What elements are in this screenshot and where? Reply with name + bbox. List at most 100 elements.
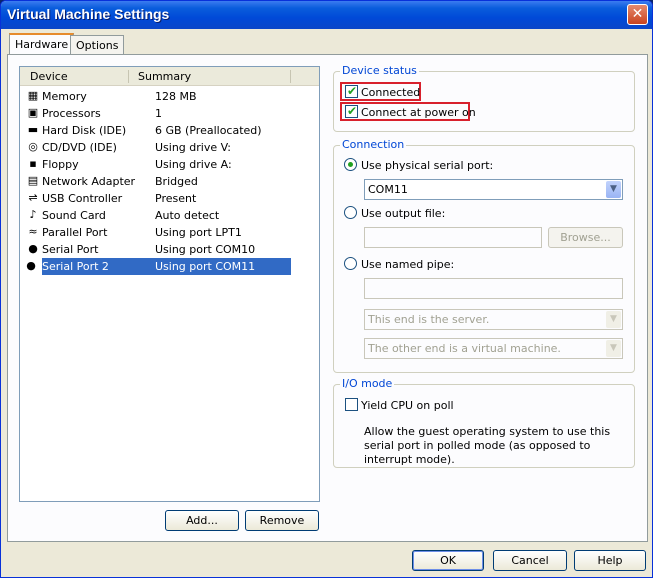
check-icon: ✔ bbox=[347, 104, 358, 118]
hard-disk-icon: ▬ bbox=[27, 123, 39, 136]
device-summary: Using port LPT1 bbox=[155, 226, 242, 239]
device-row[interactable]: ≈ Parallel Port Using port LPT1 bbox=[22, 224, 292, 241]
device-name: Network Adapter bbox=[42, 175, 136, 188]
window-title: Virtual Machine Settings bbox=[7, 6, 170, 22]
yield-cpu-label[interactable]: Yield CPU on poll bbox=[361, 399, 454, 412]
cd-dvd-icon: ◎ bbox=[28, 140, 38, 153]
device-summary: 128 MB bbox=[155, 90, 197, 103]
device-summary: Using drive A: bbox=[155, 158, 232, 171]
parallel-port-icon: ≈ bbox=[28, 225, 38, 238]
column-separator[interactable] bbox=[128, 70, 129, 83]
pipe-end-value: This end is the server. bbox=[368, 313, 490, 326]
device-summary: Using port COM10 bbox=[155, 243, 256, 256]
device-row[interactable]: ▤ Network Adapter Bridged bbox=[22, 173, 292, 190]
yield-cpu-checkbox[interactable] bbox=[345, 398, 358, 411]
ok-button[interactable]: OK bbox=[412, 550, 484, 571]
add-button-label: Add... bbox=[186, 514, 218, 527]
pipe-end-select[interactable]: This end is the server. ▼ bbox=[364, 309, 623, 330]
connected-checkbox[interactable]: ✔ bbox=[345, 84, 358, 98]
named-pipe-input[interactable] bbox=[364, 278, 623, 299]
chevron-down-icon[interactable]: ▼ bbox=[606, 181, 621, 198]
device-name: Hard Disk (IDE) bbox=[42, 124, 127, 137]
device-summary: 6 GB (Preallocated) bbox=[155, 124, 262, 137]
title-bar[interactable]: Virtual Machine Settings ✕ bbox=[1, 1, 652, 29]
device-row[interactable]: ▪ Floppy Using drive A: bbox=[22, 156, 292, 173]
remove-button-label: Remove bbox=[259, 514, 305, 527]
device-summary: Using port COM11 bbox=[155, 260, 256, 273]
usb-icon: ⇌ bbox=[28, 191, 38, 204]
connected-label[interactable]: Connected bbox=[361, 86, 420, 99]
device-row[interactable]: ▣ Processors 1 bbox=[22, 105, 292, 122]
serial-port-icon: ● bbox=[28, 242, 38, 255]
sound-card-icon: ♪ bbox=[29, 208, 37, 221]
connect-power-on-checkbox[interactable]: ✔ bbox=[345, 104, 358, 118]
remove-button[interactable]: Remove bbox=[245, 510, 319, 531]
io-mode-title: I/O mode bbox=[340, 377, 395, 390]
output-file-radio[interactable] bbox=[344, 206, 357, 219]
help-button[interactable]: Help bbox=[574, 550, 646, 571]
tab-options[interactable]: Options bbox=[70, 35, 125, 55]
tab-hardware[interactable]: Hardware bbox=[9, 33, 75, 55]
device-status-title: Device status bbox=[340, 64, 419, 77]
device-row[interactable]: ▬ Hard Disk (IDE) 6 GB (Preallocated) bbox=[22, 122, 292, 139]
pipe-other-end-value: The other end is a virtual machine. bbox=[368, 342, 561, 355]
column-separator[interactable] bbox=[290, 70, 291, 83]
device-row[interactable]: ⇌ USB Controller Present bbox=[22, 190, 292, 207]
io-mode-description: Allow the guest operating system to use … bbox=[364, 425, 611, 466]
device-summary: Bridged bbox=[155, 175, 198, 188]
output-file-input[interactable] bbox=[364, 227, 542, 248]
close-button[interactable]: ✕ bbox=[627, 4, 648, 25]
device-row[interactable]: ● Serial Port Using port COM10 bbox=[22, 241, 292, 258]
cancel-button-label: Cancel bbox=[511, 554, 549, 567]
help-button-label: Help bbox=[597, 554, 623, 567]
column-header-device[interactable]: Device bbox=[30, 70, 68, 83]
device-row[interactable]: ● Serial Port 2 Using port COM11 bbox=[26, 258, 291, 275]
physical-port-radio[interactable] bbox=[344, 158, 357, 171]
pipe-other-end-select[interactable]: The other end is a virtual machine. ▼ bbox=[364, 338, 623, 359]
physical-port-label[interactable]: Use physical serial port: bbox=[361, 159, 493, 172]
ok-button-label: OK bbox=[440, 554, 456, 567]
device-name: Memory bbox=[42, 90, 87, 103]
add-button[interactable]: Add... bbox=[165, 510, 239, 531]
device-summary: Using drive V: bbox=[155, 141, 231, 154]
device-name: Serial Port bbox=[42, 243, 99, 256]
memory-icon: ▦ bbox=[27, 89, 39, 102]
output-file-label[interactable]: Use output file: bbox=[361, 207, 445, 220]
device-summary: Auto detect bbox=[155, 209, 220, 222]
device-summary: 1 bbox=[155, 107, 162, 120]
radio-selected-icon bbox=[348, 162, 353, 167]
chevron-down-icon[interactable]: ▼ bbox=[606, 340, 621, 357]
check-icon: ✔ bbox=[347, 84, 358, 98]
device-row[interactable]: ♪ Sound Card Auto detect bbox=[22, 207, 292, 224]
device-row[interactable]: ▦ Memory 128 MB bbox=[22, 88, 292, 105]
device-name: Serial Port 2 bbox=[42, 260, 109, 273]
connect-power-on-label[interactable]: Connect at power on bbox=[361, 106, 476, 119]
chevron-down-icon[interactable]: ▼ bbox=[606, 311, 621, 328]
device-name: CD/DVD (IDE) bbox=[42, 141, 117, 154]
physical-port-value: COM11 bbox=[368, 183, 408, 196]
column-header-summary[interactable]: Summary bbox=[138, 70, 191, 83]
connection-title: Connection bbox=[340, 138, 407, 151]
floppy-icon: ▪ bbox=[29, 157, 37, 170]
named-pipe-label[interactable]: Use named pipe: bbox=[361, 258, 454, 271]
vm-settings-window: Virtual Machine Settings ✕ Hardware Opti… bbox=[0, 0, 653, 578]
serial-port-icon: ● bbox=[26, 259, 36, 272]
device-name: Sound Card bbox=[42, 209, 106, 222]
browse-button-label: Browse... bbox=[560, 231, 611, 244]
browse-button[interactable]: Browse... bbox=[548, 227, 623, 248]
device-name: Floppy bbox=[42, 158, 79, 171]
close-icon: ✕ bbox=[631, 6, 644, 22]
processor-icon: ▣ bbox=[27, 106, 39, 119]
cancel-button[interactable]: Cancel bbox=[493, 550, 567, 571]
tab-options-label: Options bbox=[76, 39, 119, 52]
device-list[interactable]: Device Summary ▦ Memory 128 MB ▣ Processors 1… bbox=[19, 66, 320, 502]
device-row[interactable]: ◎ CD/DVD (IDE) Using drive V: bbox=[22, 139, 292, 156]
device-name: Parallel Port bbox=[42, 226, 108, 239]
network-adapter-icon: ▤ bbox=[27, 174, 39, 187]
physical-port-select[interactable]: COM11 ▼ bbox=[364, 179, 623, 200]
list-header: Device Summary bbox=[20, 67, 319, 86]
named-pipe-radio[interactable] bbox=[344, 257, 357, 270]
tab-hardware-label: Hardware bbox=[15, 38, 69, 51]
device-name: Processors bbox=[42, 107, 101, 120]
device-name: USB Controller bbox=[42, 192, 123, 205]
